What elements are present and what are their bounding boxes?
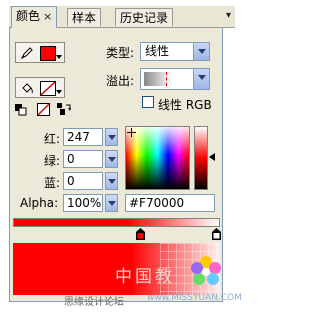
green-value: 0 xyxy=(67,152,75,166)
red-value: 247 xyxy=(67,130,90,144)
stroke-swatch xyxy=(40,46,56,61)
stroke-color-button[interactable] xyxy=(15,42,65,63)
gradient-bar[interactable] xyxy=(13,218,220,227)
tab-history-label: 历史记录 xyxy=(120,11,169,25)
hex-value: #F70000 xyxy=(129,196,185,210)
alpha-dropdown[interactable] xyxy=(105,194,118,212)
tab-swatches[interactable]: 样本 xyxy=(67,8,102,26)
gradient-stop-white[interactable] xyxy=(212,228,221,240)
gradient-stop-red[interactable] xyxy=(136,228,145,240)
pencil-icon xyxy=(20,47,33,60)
brightness-slider[interactable] xyxy=(194,126,208,190)
crosshair-icon[interactable] xyxy=(127,128,136,137)
panel-menu-icon[interactable]: ▾ xyxy=(226,10,231,21)
watermark-text: 中国教 xyxy=(115,267,175,287)
paint-bucket-icon xyxy=(22,83,33,94)
tab-color[interactable]: 颜色 × xyxy=(11,6,58,28)
watermark-url: www.MISSYUAN.COM xyxy=(147,293,242,303)
overflow-select[interactable] xyxy=(140,68,210,90)
type-value: 线性 xyxy=(145,44,170,58)
alpha-label: Alpha: xyxy=(20,196,59,210)
flower-logo-icon xyxy=(191,256,221,285)
alpha-input[interactable]: 100% xyxy=(63,194,103,212)
green-input[interactable]: 0 xyxy=(63,150,103,168)
blue-value: 0 xyxy=(67,174,75,188)
no-color-icon[interactable] xyxy=(37,103,50,116)
linear-rgb-checkbox[interactable] xyxy=(142,96,154,108)
green-dropdown[interactable] xyxy=(105,150,118,168)
swap-colors-icon[interactable] xyxy=(57,103,71,116)
overflow-preview xyxy=(144,72,190,86)
tab-swatches-label: 样本 xyxy=(72,11,97,25)
green-label: 绿: xyxy=(44,154,61,168)
close-icon[interactable]: × xyxy=(43,10,52,23)
watermark-bbs: 思缘设计论坛 xyxy=(64,297,124,308)
blue-dropdown[interactable] xyxy=(105,172,118,190)
linear-rgb-label: 线性 RGB xyxy=(158,98,212,112)
blue-input[interactable]: 0 xyxy=(63,172,103,190)
tab-color-label: 颜色 xyxy=(16,9,41,23)
fill-swatch xyxy=(40,81,56,96)
overflow-label: 溢出: xyxy=(106,74,135,88)
red-label: 红: xyxy=(44,132,61,146)
chevron-down-icon[interactable] xyxy=(193,43,209,60)
chevron-down-icon xyxy=(56,55,62,59)
tab-bar: 颜色 × 样本 历史记录 ▾ xyxy=(9,6,235,28)
blue-label: 蓝: xyxy=(44,176,61,190)
red-dropdown[interactable] xyxy=(105,128,118,146)
chevron-down-icon[interactable] xyxy=(193,69,209,89)
red-input[interactable]: 247 xyxy=(63,128,103,146)
type-select[interactable]: 线性 xyxy=(140,42,210,61)
alpha-value: 100% xyxy=(67,196,102,210)
black-white-icon[interactable] xyxy=(15,104,27,116)
type-label: 类型: xyxy=(106,46,135,60)
brightness-handle[interactable] xyxy=(209,153,215,161)
chevron-down-icon xyxy=(56,90,62,94)
hex-input[interactable]: #F70000 xyxy=(125,194,215,212)
tab-history[interactable]: 历史记录 xyxy=(115,8,174,26)
fill-color-button[interactable] xyxy=(15,77,65,98)
